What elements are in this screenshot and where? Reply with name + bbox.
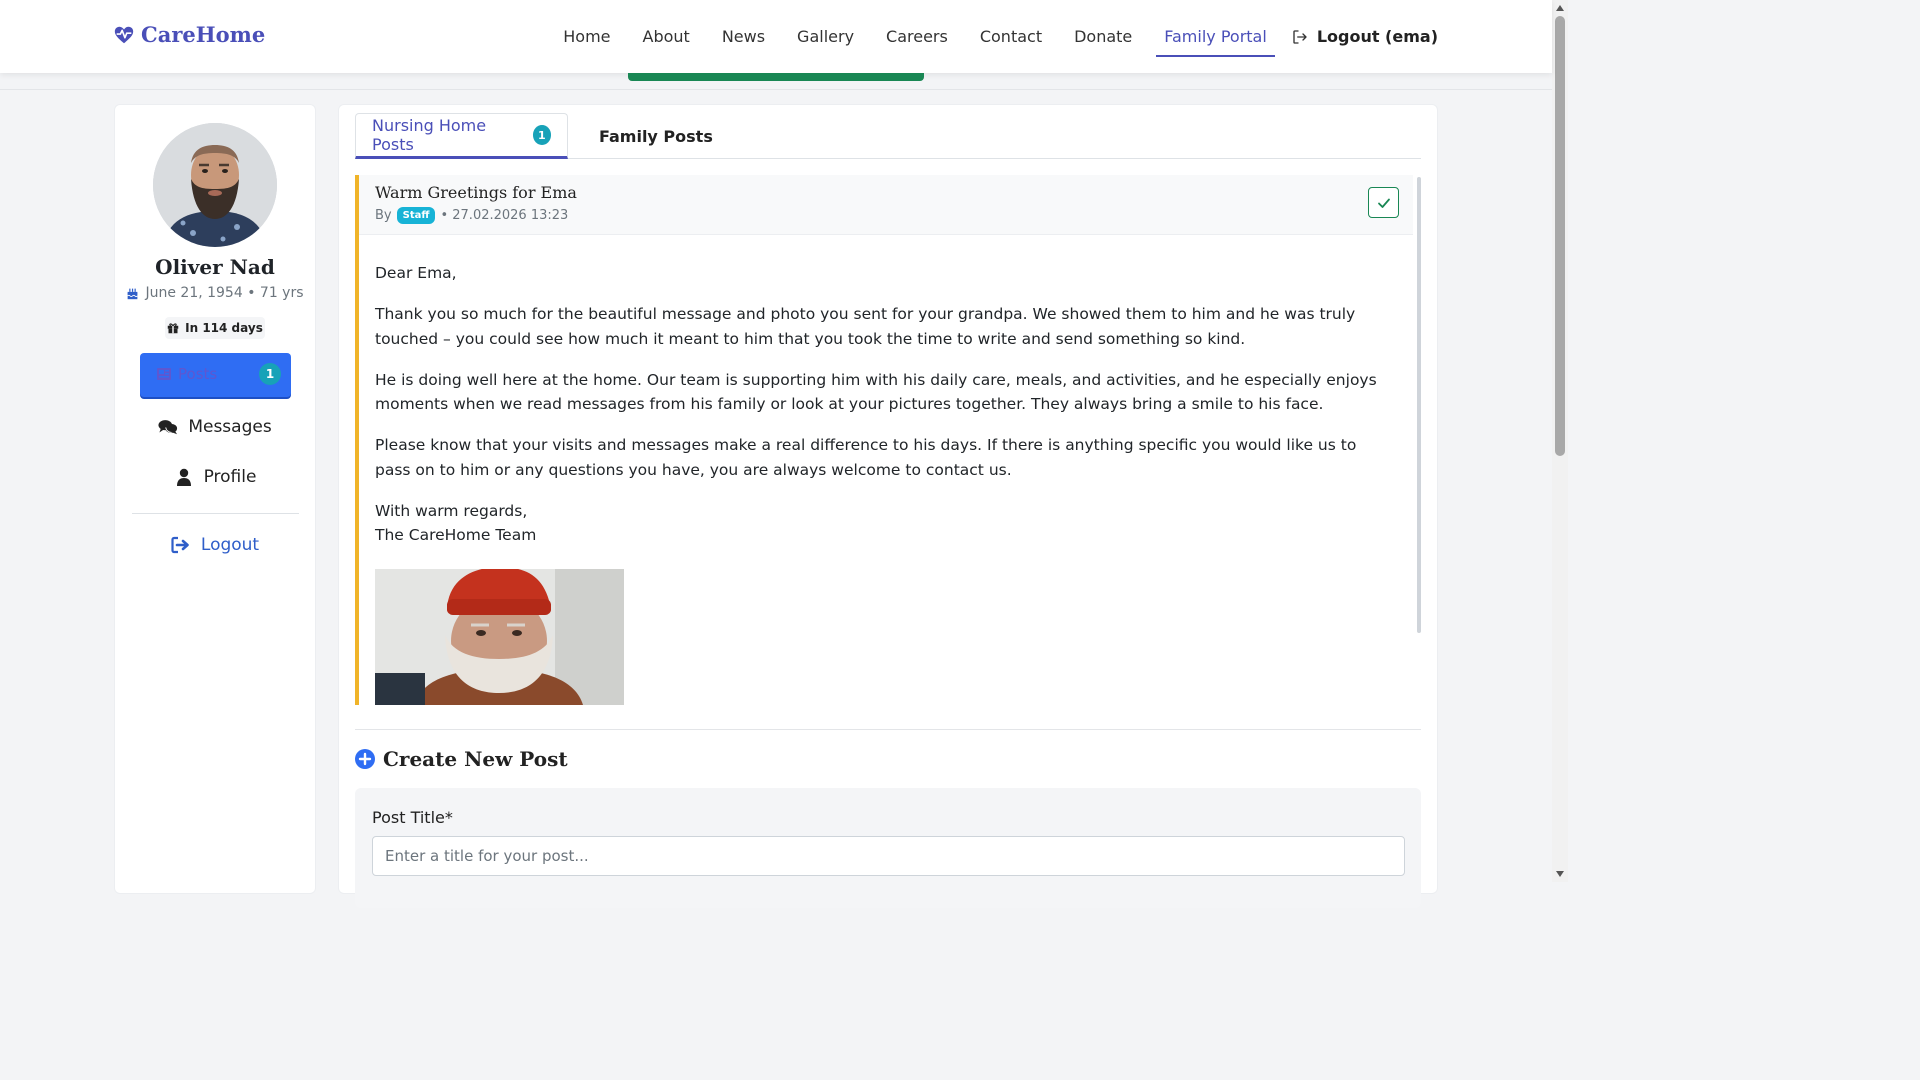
sidebar-item-profile[interactable]: Profile bbox=[115, 467, 315, 487]
newspaper-icon bbox=[157, 368, 171, 380]
post-title-label: Post Title* bbox=[372, 808, 453, 827]
resident-sidebar: Oliver Nad June 21, 1954 • 71 yrs In 114… bbox=[114, 104, 316, 894]
post-signature: The CareHome Team bbox=[375, 526, 537, 544]
resident-avatar bbox=[153, 123, 277, 247]
header-divider bbox=[0, 89, 1552, 90]
post-body: Dear Ema, Thank you so much for the beau… bbox=[375, 261, 1395, 548]
sidebar-messages-label: Messages bbox=[188, 417, 272, 437]
sidebar-profile-label: Profile bbox=[203, 467, 257, 487]
tab-family-posts[interactable]: Family Posts bbox=[583, 113, 729, 159]
birthday-countdown-badge: In 114 days bbox=[165, 317, 265, 339]
tab-nursing-home-posts[interactable]: Nursing Home Posts 1 bbox=[355, 113, 568, 159]
sidebar-divider bbox=[132, 513, 299, 514]
post-paragraph-2: He is doing well here at the home. Our t… bbox=[375, 370, 1377, 414]
resident-dob-text: June 21, 1954 • 71 yrs bbox=[145, 285, 304, 301]
create-post-title: Create New Post bbox=[383, 747, 568, 771]
scroll-thumb[interactable] bbox=[1555, 16, 1565, 456]
nav-news[interactable]: News bbox=[706, 0, 781, 73]
posts-panel: Nursing Home Posts 1 Family Posts Warm G… bbox=[338, 104, 1438, 908]
notification-strip bbox=[628, 73, 924, 81]
post-header: Warm Greetings for Ema By Staff • 27.02.… bbox=[359, 175, 1413, 235]
page-scrollbar[interactable] bbox=[1552, 0, 1568, 882]
nav-logout[interactable]: Logout (ema) bbox=[1283, 0, 1438, 73]
nav-contact[interactable]: Contact bbox=[964, 0, 1058, 73]
sidebar-item-posts[interactable]: Posts 1 bbox=[140, 353, 291, 397]
brand-name: CareHome bbox=[141, 22, 266, 47]
resident-name: Oliver Nad bbox=[155, 255, 275, 279]
post-signoff: With warm regards, bbox=[375, 501, 528, 520]
post-scrollbar[interactable] bbox=[1417, 177, 1421, 633]
create-post-heading: Create New Post bbox=[355, 747, 568, 771]
sign-out-icon bbox=[171, 536, 189, 554]
comments-icon bbox=[158, 420, 178, 435]
resident-dob: June 21, 1954 • 71 yrs bbox=[115, 285, 315, 301]
section-divider bbox=[355, 729, 1421, 730]
sidebar-logout-label: Logout bbox=[200, 535, 260, 555]
author-role-badge: Staff bbox=[396, 207, 436, 224]
post-by-label: By bbox=[375, 208, 392, 223]
post-greeting: Dear Ema, bbox=[375, 264, 457, 282]
top-navbar: CareHome Home About News Gallery Careers… bbox=[0, 0, 1552, 73]
gift-icon bbox=[167, 323, 179, 334]
post-attached-photo[interactable] bbox=[375, 569, 624, 705]
nav-about[interactable]: About bbox=[627, 0, 706, 73]
birthday-countdown-text: In 114 days bbox=[185, 321, 263, 335]
nav-family-portal[interactable]: Family Portal bbox=[1148, 0, 1283, 73]
post-paragraph-1: Thank you so much for the beautiful mess… bbox=[375, 305, 1356, 348]
post-card: Warm Greetings for Ema By Staff • 27.02.… bbox=[355, 175, 1413, 705]
sidebar-item-messages[interactable]: Messages bbox=[115, 417, 315, 437]
tab-family-label: Family Posts bbox=[599, 126, 713, 146]
elderly-man-photo bbox=[375, 569, 624, 705]
user-icon bbox=[176, 468, 191, 486]
scroll-up-arrow-icon[interactable] bbox=[1556, 5, 1564, 11]
post-meta: By Staff • 27.02.2026 13:23 bbox=[375, 207, 568, 224]
main-nav: Home About News Gallery Careers Contact … bbox=[547, 0, 1438, 73]
mark-read-button[interactable] bbox=[1368, 187, 1399, 218]
resident-photo bbox=[153, 123, 277, 247]
posts-count-badge: 1 bbox=[259, 363, 281, 385]
logout-icon bbox=[1293, 29, 1307, 44]
birthday-cake-icon bbox=[127, 288, 139, 299]
post-date: • 27.02.2026 13:23 bbox=[440, 208, 569, 223]
sidebar-posts-label-wrap: Posts bbox=[156, 365, 217, 383]
sidebar-posts-label: Posts bbox=[178, 365, 218, 383]
brand-logo[interactable]: CareHome bbox=[113, 22, 265, 47]
check-icon bbox=[1377, 198, 1390, 208]
post-title-input[interactable] bbox=[372, 836, 1405, 876]
plus-circle-icon bbox=[355, 749, 375, 769]
sidebar-item-logout[interactable]: Logout bbox=[115, 535, 315, 555]
create-post-form: Post Title* bbox=[355, 788, 1421, 908]
heartbeat-icon bbox=[114, 26, 134, 43]
nursing-posts-count-badge: 1 bbox=[532, 125, 551, 145]
nav-donate[interactable]: Donate bbox=[1058, 0, 1148, 73]
post-paragraph-3: Please know that your visits and message… bbox=[375, 436, 1357, 479]
nav-gallery[interactable]: Gallery bbox=[781, 0, 870, 73]
post-title: Warm Greetings for Ema bbox=[375, 183, 577, 202]
nav-home[interactable]: Home bbox=[547, 0, 626, 73]
nav-logout-label: Logout (ema) bbox=[1316, 27, 1438, 46]
nav-careers[interactable]: Careers bbox=[870, 0, 964, 73]
scroll-down-arrow-icon[interactable] bbox=[1556, 871, 1564, 877]
posts-tabs: Nursing Home Posts 1 Family Posts bbox=[355, 113, 1421, 159]
tab-nursing-label: Nursing Home Posts bbox=[372, 116, 487, 154]
